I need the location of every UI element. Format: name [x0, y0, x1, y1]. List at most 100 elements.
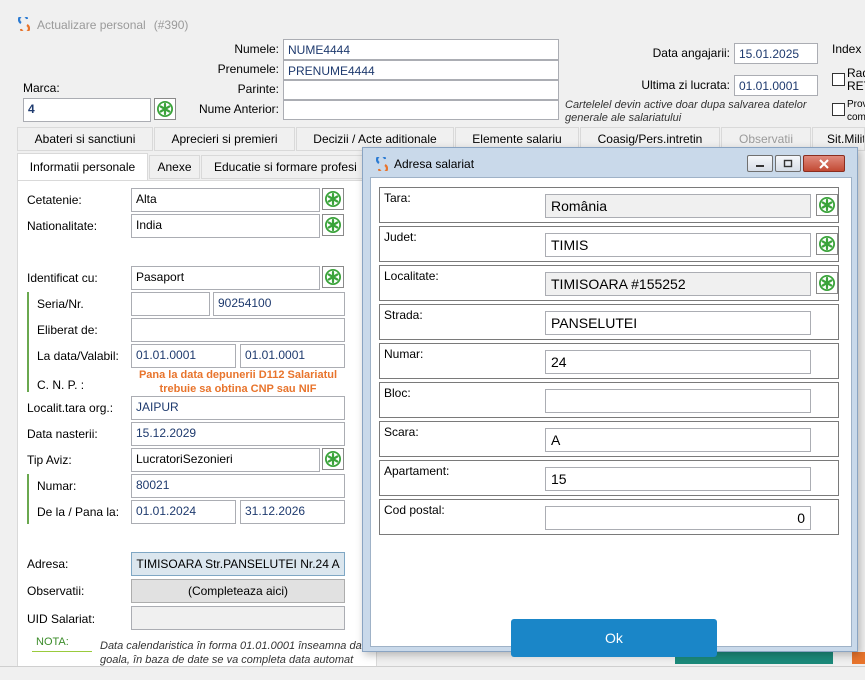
data-angajarii-input[interactable]: 15.01.2025: [734, 43, 818, 64]
localitate-input[interactable]: TIMISOARA #155252: [545, 272, 811, 296]
strada-row: Strada: PANSELUTEI: [379, 304, 839, 340]
maximize-icon: [783, 159, 793, 167]
numar-input[interactable]: 80021: [131, 474, 345, 498]
nationalitate-add-button[interactable]: [322, 214, 344, 236]
seria-label: Seria/Nr.: [37, 297, 84, 311]
nota-text: Data calendaristica în forma 01.01.0001 …: [100, 640, 362, 666]
nationalitate-input[interactable]: India: [131, 214, 320, 238]
minimize-button[interactable]: [747, 155, 773, 172]
judet-add-button[interactable]: [816, 233, 838, 255]
tip-aviz-input[interactable]: LucratoriSezonieri: [131, 448, 320, 472]
apartament-input[interactable]: 15: [545, 467, 811, 491]
identificat-add-button[interactable]: [322, 266, 344, 288]
numar-dialog-input[interactable]: 24: [545, 350, 811, 374]
eliberat-label: Eliberat de:: [37, 323, 98, 337]
cod-postal-input[interactable]: 0: [545, 506, 811, 530]
numar-label: Numar:: [37, 479, 77, 493]
green-plus-icon: [818, 196, 836, 214]
maximize-button[interactable]: [775, 155, 801, 172]
ultima-zi-label: Ultima zi lucrata:: [641, 78, 730, 92]
app-logo-icon: [376, 157, 388, 171]
nume-anterior-input[interactable]: [283, 100, 559, 120]
cartele-note: Cartelelel devin active doar dupa salvar…: [565, 99, 807, 124]
app-logo-icon: [18, 17, 30, 31]
marca-input[interactable]: 4: [23, 98, 151, 122]
aviz-group-line: [27, 474, 29, 524]
tab-aprecieri[interactable]: Aprecieri si premieri: [154, 127, 295, 151]
strada-label: Strada:: [384, 308, 423, 322]
numar-dialog-label: Numar:: [384, 347, 424, 361]
prov-com-label: Prov com: [847, 99, 865, 123]
adresa-button[interactable]: TIMISOARA Str.PANSELUTEI Nr.24 A: [131, 552, 345, 576]
tara-label: Tara:: [384, 191, 411, 205]
judet-input[interactable]: TIMIS: [545, 233, 811, 257]
observatii-label: Observatii:: [27, 584, 85, 598]
uid-label: UID Salariat:: [27, 612, 96, 626]
marca-add-button[interactable]: [154, 98, 176, 120]
tara-input[interactable]: România: [545, 194, 811, 218]
de-la-label: De la / Pana la:: [37, 505, 120, 519]
prenumele-label: Prenumele:: [217, 62, 279, 76]
observatii-button[interactable]: (Completeaza aici): [131, 579, 345, 603]
uid-input: [131, 606, 345, 630]
strada-input[interactable]: PANSELUTEI: [545, 311, 811, 335]
bottom-status-strip: [0, 666, 865, 680]
localit-input[interactable]: JAIPUR: [131, 396, 345, 420]
prenumele-input[interactable]: PRENUME4444: [283, 60, 559, 80]
ultima-zi-input[interactable]: 01.01.0001: [734, 75, 818, 96]
green-plus-icon: [156, 100, 174, 118]
data-nasterii-label: Data nasterii:: [27, 427, 98, 441]
green-plus-icon: [324, 190, 342, 208]
identificat-input[interactable]: Pasaport: [131, 266, 320, 290]
cetatenie-add-button[interactable]: [322, 188, 344, 210]
bloc-input[interactable]: [545, 389, 811, 413]
cod-postal-row: Cod postal: 0: [379, 499, 839, 535]
record-id: (#390): [153, 18, 189, 32]
data-nasterii-input[interactable]: 15.12.2029: [131, 422, 345, 446]
scara-input[interactable]: A: [545, 428, 811, 452]
rad-ret-checkbox[interactable]: [832, 73, 845, 86]
la-data-label: La data/Valabil:: [37, 349, 119, 363]
scara-row: Scara: A: [379, 421, 839, 457]
localitate-add-button[interactable]: [816, 272, 838, 294]
scara-label: Scara:: [384, 425, 419, 439]
cnp-warning: Pana la data depunerii D112 Salariatul t…: [138, 369, 338, 395]
marca-label: Marca:: [23, 81, 60, 95]
orange-action-button[interactable]: [852, 652, 865, 664]
cnp-label: C. N. P. :: [37, 378, 85, 392]
localit-label: Localit.tara org.:: [27, 401, 114, 415]
nr-input[interactable]: 90254100: [213, 292, 345, 316]
parinte-input[interactable]: [283, 80, 559, 100]
la-data-input[interactable]: 01.01.0001: [131, 344, 236, 368]
tab-abateri[interactable]: Abateri si sanctiuni: [17, 127, 153, 151]
ok-button[interactable]: Ok: [511, 619, 717, 657]
numele-input[interactable]: NUME4444: [283, 39, 559, 60]
tab-educatie[interactable]: Educatie si formare profesi: [201, 155, 371, 179]
tara-add-button[interactable]: [816, 194, 838, 216]
close-button[interactable]: [803, 155, 845, 172]
adresa-dialog: Adresa salariat Tara: România Judet: TIM…: [362, 147, 858, 657]
localitate-label: Localitate:: [384, 269, 439, 283]
valabil-input[interactable]: 01.01.0001: [240, 344, 345, 368]
tab-anexe[interactable]: Anexe: [149, 155, 200, 179]
eliberat-input[interactable]: [131, 318, 345, 342]
nota-underline: [32, 651, 92, 652]
pana-la-input[interactable]: 31.12.2026: [240, 500, 345, 524]
dialog-titlebar: Adresa salariat: [363, 148, 857, 178]
green-plus-icon: [324, 450, 342, 468]
cetatenie-label: Cetatenie:: [27, 193, 82, 207]
nationalitate-label: Nationalitate:: [27, 219, 98, 233]
tip-aviz-add-button[interactable]: [322, 448, 344, 470]
prov-com-checkbox[interactable]: [832, 103, 845, 116]
cetatenie-input[interactable]: Alta: [131, 188, 320, 212]
close-icon: [819, 158, 829, 169]
rad-ret-label: Rad RET: [847, 67, 865, 93]
tab-informatii-personale[interactable]: Informatii personale: [17, 153, 148, 181]
green-plus-icon: [324, 268, 342, 286]
window-title-text: Actualizare personal: [37, 18, 146, 32]
de-la-input[interactable]: 01.01.2024: [131, 500, 236, 524]
numar-row: Numar: 24: [379, 343, 839, 379]
bloc-label: Bloc:: [384, 386, 411, 400]
localitate-row: Localitate: TIMISOARA #155252: [379, 265, 839, 301]
seria-input[interactable]: [131, 292, 210, 316]
